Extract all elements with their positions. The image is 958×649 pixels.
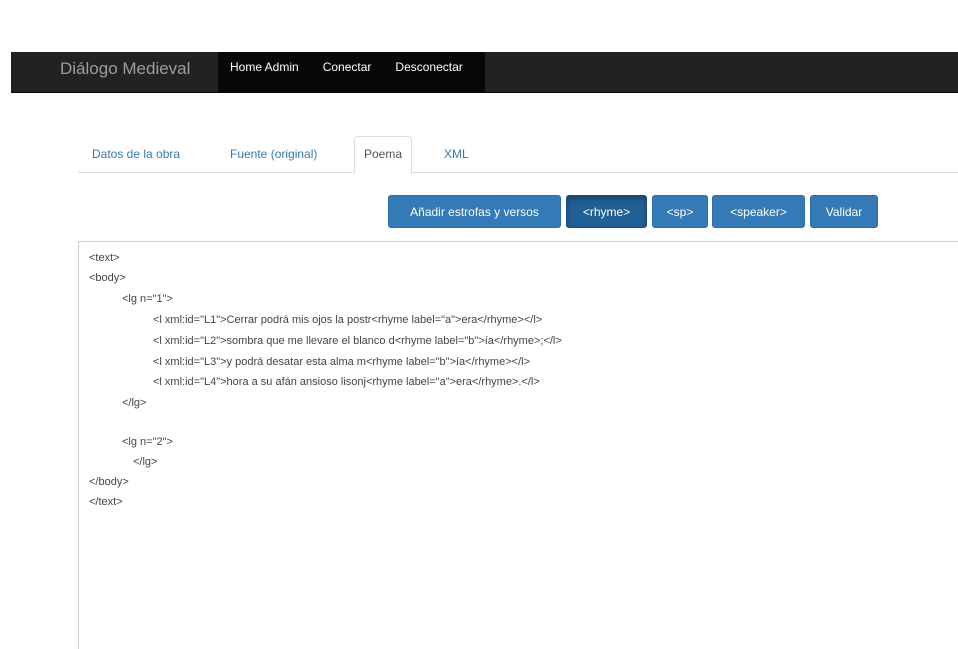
code-line: </lg> — [133, 456, 158, 468]
editor-tabs: Datos de la obra Fuente (original) Poema… — [78, 136, 958, 174]
rhyme-tag-button[interactable]: <rhyme> — [566, 195, 647, 228]
top-navbar: Diálogo Medieval Home Admin Conectar Des… — [11, 52, 958, 93]
code-line: <l xml:id="L2">sombra que me llevare el … — [153, 335, 562, 347]
code-line: <text> — [89, 252, 120, 264]
nav-link-home-admin[interactable]: Home Admin — [218, 52, 311, 82]
tab-datos-de-la-obra[interactable]: Datos de la obra — [83, 136, 189, 172]
nav-link-desconectar[interactable]: Desconectar — [383, 52, 474, 82]
sp-tag-button[interactable]: <sp> — [652, 195, 708, 228]
code-line: </lg> — [122, 397, 147, 409]
brand-logo-text[interactable]: Diálogo Medieval — [60, 52, 190, 92]
nav-link-conectar[interactable]: Conectar — [311, 52, 384, 82]
code-line: <body> — [89, 272, 126, 284]
tab-fuente-original[interactable]: Fuente (original) — [221, 136, 326, 172]
speaker-tag-button[interactable]: <speaker> — [712, 195, 805, 228]
validate-button[interactable]: Validar — [810, 195, 878, 228]
tab-poema[interactable]: Poema — [354, 136, 413, 174]
code-line: <l xml:id="L3">y podrá desatar esta alma… — [153, 356, 530, 368]
code-line: </text> — [89, 496, 123, 508]
add-stanzas-button[interactable]: Añadir estrofas y versos — [388, 195, 561, 228]
code-line: </body> — [89, 476, 129, 488]
code-line: <lg n="2"> — [122, 436, 173, 448]
code-line: <l xml:id="L4">hora a su afán ansioso li… — [153, 376, 540, 388]
tab-xml[interactable]: XML — [435, 136, 478, 172]
code-line: <lg n="1"> — [122, 293, 173, 305]
xml-editor-textarea[interactable]: <text> <body> <lg n="1"> <l xml:id="L1">… — [78, 241, 958, 649]
code-line: <l xml:id="L1">Cerrar podrá mis ojos la … — [153, 314, 543, 326]
navbar-links: Home Admin Conectar Desconectar — [218, 52, 485, 92]
